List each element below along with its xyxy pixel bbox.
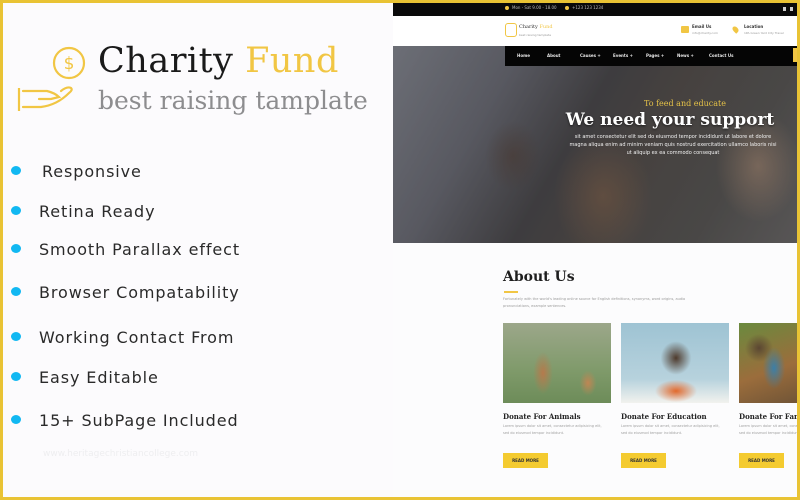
read-more-button[interactable]: READ MORE xyxy=(739,453,784,468)
nav-causes[interactable]: Causes + xyxy=(580,53,601,58)
nav-pages[interactable]: Pages + xyxy=(646,53,664,58)
hours-info: Mon - Sat 9.00 - 18.00 xyxy=(505,5,557,10)
hand-coin-icon[interactable] xyxy=(505,23,517,37)
clock-icon xyxy=(505,6,509,10)
watermark: www.heritagechristiancollege.com xyxy=(43,449,198,459)
site-header: Charity Fund best raising tamplate Email… xyxy=(393,16,797,46)
phone-icon xyxy=(565,6,569,10)
feature-label: Working Contact From xyxy=(39,328,235,347)
facebook-icon[interactable] xyxy=(783,7,786,11)
main-nav: Home About Causes + Events + Pages + New… xyxy=(505,46,797,66)
feature-label: Easy Editable xyxy=(39,368,159,387)
family-image[interactable] xyxy=(739,323,797,403)
map-pin-icon xyxy=(731,25,740,34)
about-title: About Us xyxy=(503,269,575,285)
deer-image[interactable] xyxy=(503,323,611,403)
title-underline xyxy=(504,291,518,293)
child-writing-image[interactable] xyxy=(621,323,729,403)
phone-info: +123 123 1234 xyxy=(565,5,603,10)
card-title[interactable]: Donate For Animals xyxy=(503,412,581,421)
card-text: Lorem ipsum dolor sit amet, consectetur … xyxy=(503,424,602,435)
nav-events[interactable]: Events + xyxy=(613,53,633,58)
hero-title: We need your support xyxy=(565,110,775,130)
hero-section: Home About Causes + Events + Pages + New… xyxy=(393,46,797,243)
hand-coin-icon: $ xyxy=(17,46,86,111)
site-logo[interactable]: Charity Fund xyxy=(519,24,553,30)
nav-contact[interactable]: Contact Us xyxy=(709,53,733,58)
twitter-icon[interactable] xyxy=(790,7,793,11)
feature-label: Browser Compatability xyxy=(39,283,240,302)
envelope-icon xyxy=(681,26,689,33)
card-text: Lorem ipsum dolor sit amet, consectetur … xyxy=(621,424,720,435)
feature-label: Responsive xyxy=(42,162,142,181)
site-tagline: best raising tamplate xyxy=(519,33,552,37)
feature-label: Smooth Parallax effect xyxy=(39,240,241,259)
bullet-icon xyxy=(11,415,21,424)
brand-tagline: best raising tamplate xyxy=(98,86,368,115)
hero-subtitle: To feed and educate xyxy=(644,99,726,108)
card-title[interactable]: Donate For Education xyxy=(621,412,707,421)
promo-panel: $ Charity Fund best raising tamplate Res… xyxy=(3,3,393,497)
bullet-icon xyxy=(11,206,21,215)
donate-button[interactable] xyxy=(793,48,797,62)
top-bar: Mon - Sat 9.00 - 18.00 +123 123 1234 xyxy=(393,3,797,16)
bullet-icon xyxy=(11,244,21,253)
feature-label: 15+ SubPage Included xyxy=(39,411,239,430)
nav-home[interactable]: Home xyxy=(517,53,530,58)
promo-frame: $ Charity Fund best raising tamplate Res… xyxy=(3,3,797,497)
brand-title: Charity Fund xyxy=(98,41,339,81)
bullet-icon xyxy=(11,372,21,381)
nav-about[interactable]: About xyxy=(547,53,560,58)
bullet-icon xyxy=(11,332,21,341)
card-text: Lorem ipsum dolor sit amet, consectetur … xyxy=(739,424,797,435)
svg-text:$: $ xyxy=(64,54,75,74)
card-title[interactable]: Donate For Family xyxy=(739,412,797,421)
feature-label: Retina Ready xyxy=(39,202,156,221)
nav-news[interactable]: News + xyxy=(677,53,694,58)
bullet-icon xyxy=(11,287,21,296)
bullet-icon xyxy=(11,166,21,175)
about-text: Fortunately with the world's leading onl… xyxy=(503,297,686,308)
read-more-button[interactable]: READ MORE xyxy=(621,453,666,468)
read-more-button[interactable]: READ MORE xyxy=(503,453,548,468)
hero-text: sit amet consectetur elit sed do eiusmod… xyxy=(569,134,777,156)
website-preview: Mon - Sat 9.00 - 18.00 +123 123 1234 Cha… xyxy=(393,3,797,497)
